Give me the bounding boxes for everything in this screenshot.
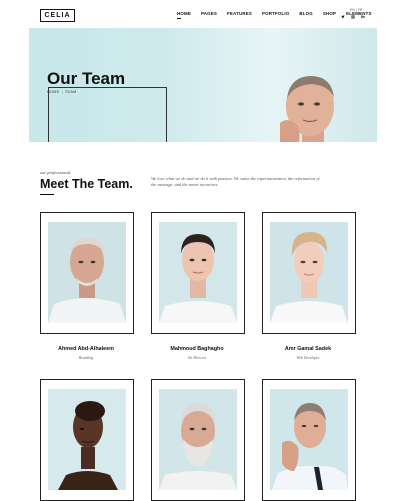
section-kicker: our professionals — [40, 170, 71, 175]
hero-portrait — [280, 76, 334, 142]
member-photo — [48, 222, 126, 323]
section-intro: We love what we do and we do it with pas… — [151, 176, 320, 188]
team-card[interactable] — [40, 212, 134, 334]
member-photo — [270, 222, 348, 323]
section-title: Meet The Team. — [40, 177, 133, 191]
member-role: Art Director — [187, 356, 207, 360]
nav-item-features[interactable]: FEATURES — [227, 11, 252, 16]
nav-item-blog[interactable]: BLOG — [299, 11, 312, 16]
member-photo — [159, 389, 237, 490]
nav-item-shop[interactable]: SHOP — [323, 11, 336, 16]
team-card[interactable] — [40, 379, 134, 501]
breadcrumb-current: TEAM — [64, 90, 77, 94]
language-switcher[interactable]: EN | FR — [350, 8, 362, 12]
member-photo — [48, 389, 126, 490]
social-links: Be — [341, 15, 365, 19]
team-card[interactable] — [262, 379, 356, 501]
team-card[interactable] — [151, 212, 245, 334]
breadcrumb-home[interactable]: HOME — [47, 90, 60, 94]
behance-icon[interactable]: Be — [361, 15, 365, 19]
member-name: Ahmed Abd-Alhaleem — [58, 346, 114, 352]
nav-item-home[interactable]: HOME — [177, 11, 191, 19]
logo[interactable]: CELIA — [40, 9, 75, 22]
breadcrumb: HOME | TEAM — [47, 90, 77, 94]
site-header: CELIA HOME PAGES FEATURES PORTFOLIO BLOG… — [0, 0, 400, 28]
twitter-icon[interactable] — [341, 15, 345, 19]
member-name: Amr Gamal Sadek — [284, 346, 332, 352]
instagram-icon[interactable] — [351, 15, 355, 19]
member-photo — [270, 389, 348, 490]
nav-item-pages[interactable]: PAGES — [201, 11, 217, 16]
hero-title-frame — [48, 87, 167, 142]
member-photo — [159, 222, 237, 323]
member-role: Branding — [78, 356, 94, 360]
nav-item-portfolio[interactable]: PORTFOLIO — [262, 11, 289, 16]
member-name: Mahmoud Baghagho — [170, 346, 224, 352]
member-role: Web Developer — [296, 356, 320, 360]
page-title: Our Team — [47, 69, 126, 88]
team-card[interactable] — [151, 379, 245, 501]
team-card[interactable] — [262, 212, 356, 334]
title-divider — [40, 194, 54, 195]
svg-text:Be: Be — [361, 15, 365, 19]
